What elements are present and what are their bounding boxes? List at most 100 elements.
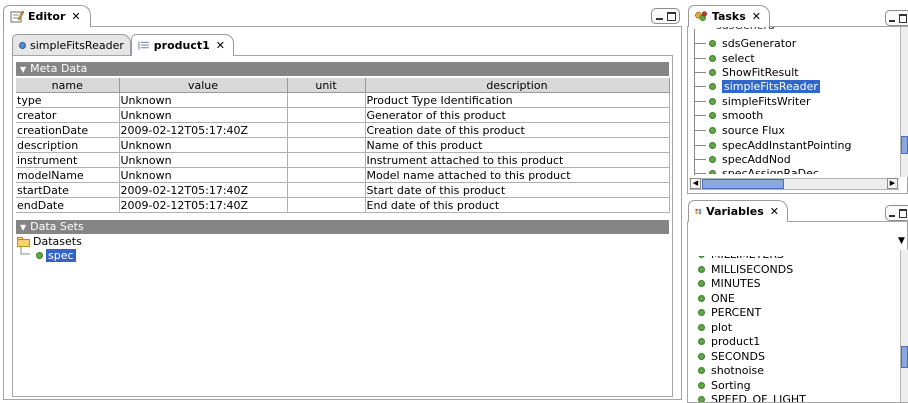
cell-unit[interactable] (287, 92, 366, 108)
view-menu-dropdown-icon[interactable]: ▼ (898, 236, 905, 246)
column-header-unit[interactable]: unit (287, 78, 366, 93)
variable-item-plot[interactable]: plot (698, 320, 732, 334)
cell-name[interactable]: creator (16, 107, 120, 123)
meta-data-section-header[interactable]: ▼ Meta Data (16, 62, 669, 76)
tree-node-spec[interactable]: spec (36, 249, 76, 262)
table-row[interactable]: type Unknown Product Type Identification (16, 92, 670, 108)
cell-unit[interactable] (287, 152, 366, 168)
column-header-name[interactable]: name (16, 78, 120, 93)
cell-name[interactable]: creationDate (16, 122, 120, 138)
close-icon[interactable]: ✕ (750, 10, 763, 23)
task-item-simplefitswriter[interactable]: simpleFitsWriter (694, 94, 811, 108)
cell-value[interactable]: 2009-02-12T05:17:40Z (119, 122, 288, 138)
variable-item-speed-of-light[interactable]: SPEED_OF_LIGHT (698, 392, 806, 402)
cell-value[interactable]: Unknown (119, 167, 288, 183)
task-label: smooth (722, 108, 764, 122)
column-header-description[interactable]: description (365, 78, 670, 93)
cell-value[interactable]: 2009-02-12T05:17:40Z (119, 182, 288, 198)
scroll-left-icon[interactable]: ◀ (690, 178, 701, 189)
table-row[interactable]: creator Unknown Generator of this product (16, 107, 670, 123)
table-row[interactable]: startDate 2009-02-12T05:17:40Z Start date … (16, 182, 670, 198)
cell-description[interactable]: Creation date of this product (365, 122, 670, 138)
cell-value[interactable]: Unknown (119, 107, 288, 123)
task-item-simplefitsreader[interactable]: simpleFitsReader (694, 79, 820, 93)
close-icon[interactable]: ✕ (69, 10, 82, 23)
task-item-specaddnod[interactable]: specAddNod (694, 152, 791, 166)
cell-description[interactable]: Instrument attached to this product (365, 152, 670, 168)
tasks-vertical-scroll-thumb[interactable] (901, 136, 908, 154)
cell-name[interactable]: instrument (16, 152, 120, 168)
task-label: specAssignRaDec (722, 166, 819, 175)
minimize-icon[interactable] (655, 17, 663, 20)
close-icon[interactable]: ✕ (768, 205, 781, 218)
collapse-icon[interactable]: ▼ (20, 221, 26, 235)
cell-description[interactable]: End date of this product (365, 197, 670, 213)
variable-item-minutes[interactable]: MINUTES (698, 276, 761, 290)
cell-unit[interactable] (287, 182, 366, 198)
task-icon (709, 54, 716, 62)
task-item-source-flux[interactable]: source Flux (694, 123, 785, 137)
cell-description[interactable]: Start date of this product (365, 182, 670, 198)
maximize-icon[interactable] (899, 208, 907, 218)
cell-unit[interactable] (287, 122, 366, 138)
cell-name[interactable]: type (16, 92, 120, 108)
variables-vertical-scrollbar[interactable] (900, 250, 908, 402)
task-icon (709, 126, 716, 134)
task-item-specaddinstantpointing[interactable]: specAddInstantPointing (694, 138, 851, 152)
minimize-icon[interactable] (889, 19, 895, 22)
tab-tasks[interactable]: Tasks ✕ (688, 5, 770, 27)
minimize-icon[interactable] (889, 214, 895, 217)
cell-description[interactable]: Model name attached to this product (365, 167, 670, 183)
cell-unit[interactable] (287, 107, 366, 123)
cell-unit[interactable] (287, 197, 366, 213)
cell-name[interactable]: modelName (16, 167, 120, 183)
column-header-value[interactable]: value (119, 78, 288, 93)
cell-value[interactable]: 2009-02-12T05:17:40Z (119, 197, 288, 213)
cell-value[interactable]: Unknown (119, 137, 288, 153)
task-item-specassignradec[interactable]: specAssignRaDec (694, 166, 819, 174)
cell-unit[interactable] (287, 167, 366, 183)
task-item-smooth[interactable]: smooth (694, 108, 763, 122)
editor-minmax-buttons[interactable] (651, 8, 680, 24)
task-item-sdsgenerator[interactable]: sdsGenerator (694, 36, 796, 50)
maximize-icon[interactable] (899, 13, 907, 23)
table-row[interactable]: description Unknown Name of this product (16, 137, 670, 153)
task-item-select[interactable]: select (694, 51, 755, 65)
maximize-icon[interactable] (666, 11, 676, 21)
table-row[interactable]: creationDate 2009-02-12T05:17:40Z Creation… (16, 122, 670, 138)
subtab-simplefitsreader[interactable]: simpleFitsReader (12, 34, 131, 56)
table-row[interactable]: modelName Unknown Model name attached to t… (16, 167, 670, 183)
table-row[interactable]: instrument Unknown Instrument attached to … (16, 152, 670, 168)
tasks-vertical-scrollbar[interactable] (900, 27, 908, 177)
variable-item-one[interactable]: ONE (698, 291, 735, 305)
cell-value[interactable]: Unknown (119, 92, 288, 108)
variable-item-product1[interactable]: product1 (698, 334, 760, 348)
collapse-icon[interactable]: ▼ (20, 63, 26, 77)
task-item-showfitresult[interactable]: ShowFitResult (694, 65, 799, 79)
table-row[interactable]: endDate 2009-02-12T05:17:40Z End date of t… (16, 197, 670, 213)
cell-name[interactable]: description (16, 137, 120, 153)
subtab-product1[interactable]: product1 ✕ (131, 34, 234, 56)
tab-editor[interactable]: Editor ✕ (3, 5, 91, 27)
variables-vertical-scroll-thumb[interactable] (901, 346, 908, 368)
variables-minmax-buttons[interactable] (885, 205, 908, 221)
tasks-horizontal-scroll-thumb[interactable] (702, 179, 784, 189)
cell-description[interactable]: Name of this product (365, 137, 670, 153)
close-icon[interactable]: ✕ (214, 39, 227, 52)
cell-description[interactable]: Product Type Identification (365, 92, 670, 108)
cell-name[interactable]: startDate (16, 182, 120, 198)
scroll-right-icon[interactable]: ▶ (887, 178, 898, 189)
tasks-minmax-buttons[interactable] (885, 10, 908, 26)
variable-item-seconds[interactable]: SECONDS (698, 349, 765, 363)
cell-unit[interactable] (287, 137, 366, 153)
variable-item-milliseconds[interactable]: MILLISECONDS (698, 262, 793, 276)
tab-variables[interactable]: Variables ✕ (688, 200, 788, 222)
cell-description[interactable]: Generator of this product (365, 107, 670, 123)
cell-value[interactable]: Unknown (119, 152, 288, 168)
variable-item-sorting[interactable]: Sorting (698, 378, 751, 392)
variable-item-percent[interactable]: PERCENT (698, 305, 761, 319)
variable-icon (698, 337, 705, 345)
cell-name[interactable]: endDate (16, 197, 120, 213)
variable-item-shotnoise[interactable]: shotnoise (698, 363, 764, 377)
data-sets-section-header[interactable]: ▼ Data Sets (16, 220, 669, 234)
